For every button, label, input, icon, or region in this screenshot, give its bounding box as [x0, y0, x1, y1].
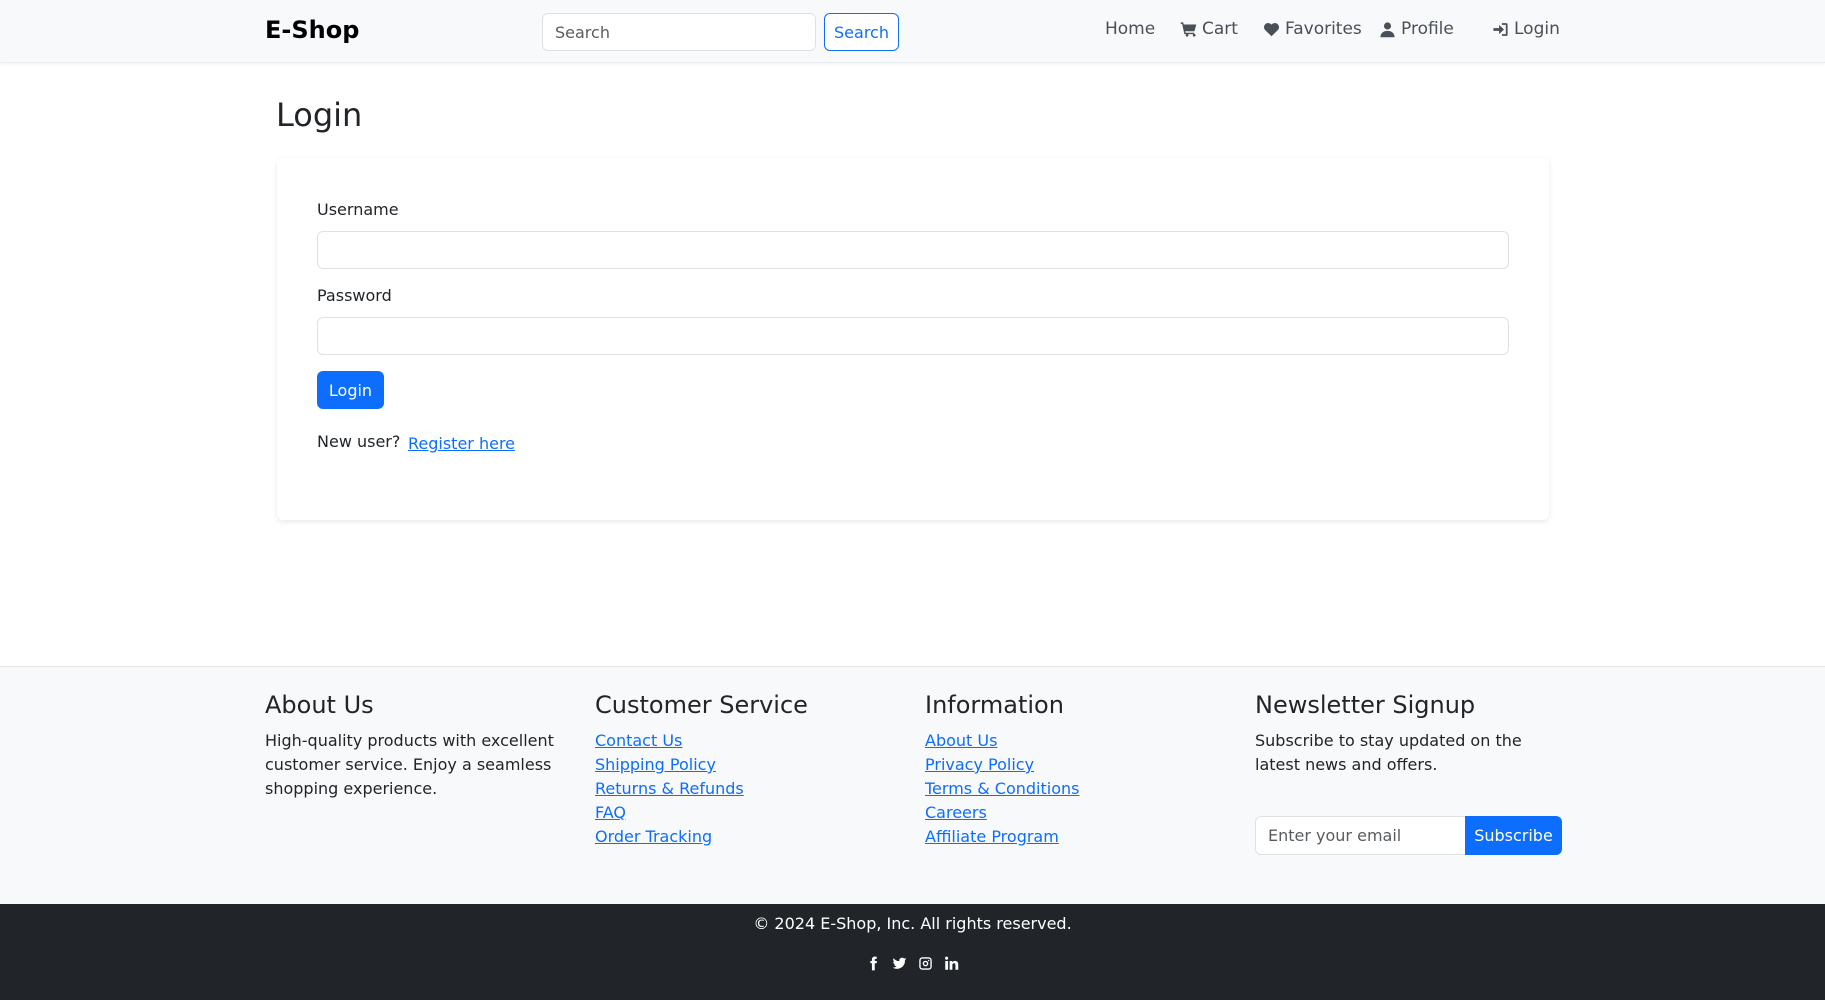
nav-link-profile[interactable]: Profile: [1379, 18, 1454, 40]
linkedin-icon[interactable]: [944, 955, 960, 971]
footer-link[interactable]: Shipping Policy: [595, 753, 808, 777]
footer-information: Information About Us Privacy Policy Term…: [925, 691, 1079, 849]
footer-about: About Us High-quality products with exce…: [265, 691, 555, 801]
username-field[interactable]: [317, 231, 1509, 269]
footer-link[interactable]: Careers: [925, 801, 1079, 825]
password-label: Password: [317, 286, 392, 305]
newsletter-email-input[interactable]: [1255, 816, 1465, 855]
facebook-icon[interactable]: [866, 955, 882, 971]
nav-link-cart[interactable]: Cart: [1180, 18, 1238, 40]
brand-logo[interactable]: E-Shop: [265, 16, 359, 44]
copyright-text: © 2024 E-Shop, Inc. All rights reserved.: [753, 914, 1072, 933]
heart-icon: [1263, 22, 1280, 36]
new-user-text: New user?: [317, 432, 401, 451]
footer-link[interactable]: Terms & Conditions: [925, 777, 1079, 801]
search-button[interactable]: Search: [824, 13, 899, 51]
password-field[interactable]: [317, 317, 1509, 355]
footer-link[interactable]: Order Tracking: [595, 825, 808, 849]
nav-link-label: Cart: [1202, 19, 1238, 39]
page-title: Login: [276, 96, 363, 134]
footer-link[interactable]: Privacy Policy: [925, 753, 1079, 777]
register-link[interactable]: Register here: [408, 434, 515, 453]
footer-link[interactable]: Returns & Refunds: [595, 777, 808, 801]
nav-link-favorites[interactable]: Favorites: [1263, 18, 1362, 40]
social-links: [0, 955, 1825, 971]
navbar: E-Shop Search Home Cart Favorites Profil…: [0, 0, 1825, 63]
username-label: Username: [317, 200, 399, 219]
footer-link[interactable]: About Us: [925, 729, 1079, 753]
footer-link[interactable]: FAQ: [595, 801, 808, 825]
footer-newsletter-title: Newsletter Signup: [1255, 691, 1476, 719]
nav-link-login[interactable]: Login: [1492, 18, 1560, 40]
instagram-icon[interactable]: [918, 955, 934, 971]
footer-about-text: High-quality products with excellent cus…: [265, 731, 554, 798]
login-card: Username Password Login New user? Regist…: [277, 158, 1549, 520]
nav-link-home[interactable]: Home: [1105, 18, 1155, 40]
cart-icon: [1180, 21, 1197, 37]
footer-about-title: About Us: [265, 691, 374, 719]
login-button[interactable]: Login: [317, 371, 384, 409]
nav-link-label: Login: [1514, 19, 1560, 39]
user-icon: [1380, 21, 1395, 37]
subscribe-button[interactable]: Subscribe: [1465, 816, 1562, 855]
footer: About Us High-quality products with exce…: [0, 666, 1825, 904]
footer-customer-service: Customer Service Contact Us Shipping Pol…: [595, 691, 808, 849]
nav-link-label: Profile: [1401, 19, 1454, 39]
search-input[interactable]: [542, 13, 816, 51]
footer-information-title: Information: [925, 691, 1064, 719]
nav-link-label: Home: [1105, 19, 1156, 39]
bottom-bar: © 2024 E-Shop, Inc. All rights reserved.: [0, 904, 1825, 1000]
twitter-icon[interactable]: [892, 955, 908, 971]
footer-link[interactable]: Affiliate Program: [925, 825, 1079, 849]
footer-newsletter-text: Subscribe to stay updated on the latest …: [1255, 731, 1522, 774]
footer-newsletter: Newsletter Signup Subscribe to stay upda…: [1255, 691, 1565, 861]
sign-in-icon: [1493, 22, 1508, 36]
footer-link[interactable]: Contact Us: [595, 729, 808, 753]
nav-link-label: Favorites: [1285, 19, 1362, 39]
footer-customer-service-title: Customer Service: [595, 691, 808, 719]
